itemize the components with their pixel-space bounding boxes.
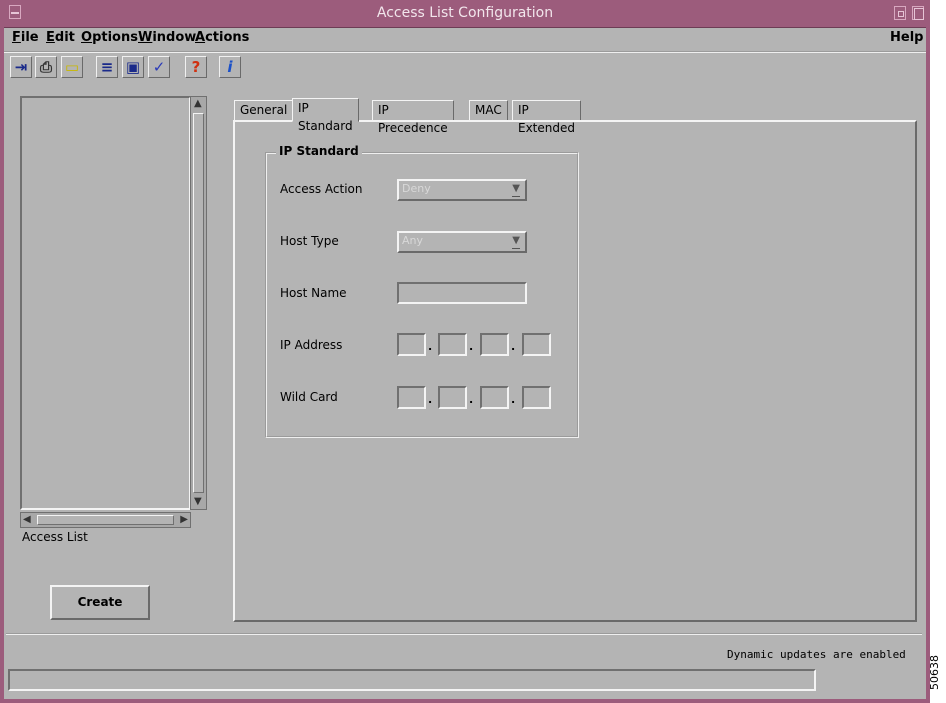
- group-title: IP Standard: [276, 144, 362, 158]
- menu-options[interactable]: Options: [81, 30, 138, 45]
- host-type-select[interactable]: Any ▼: [397, 231, 527, 253]
- tab-general[interactable]: General: [234, 100, 294, 120]
- scroll-right-icon[interactable]: ▶: [180, 514, 188, 526]
- octet-separator: .: [511, 340, 516, 353]
- host-type-label: Host Type: [280, 234, 339, 248]
- menu-edit-label: dit: [54, 30, 75, 45]
- menu-file-label: ile: [20, 30, 39, 45]
- ip-address-label: IP Address: [280, 338, 343, 352]
- status-field: [8, 669, 816, 691]
- info-icon[interactable]: i: [219, 56, 241, 78]
- minimize-icon[interactable]: [894, 6, 906, 20]
- access-list-caption: Access List: [22, 530, 88, 544]
- vertical-scroll-thumb[interactable]: [193, 113, 204, 493]
- status-message: Dynamic updates are enabled: [727, 648, 906, 661]
- menu-actions[interactable]: Actions: [195, 30, 249, 45]
- tab-ip-precedence[interactable]: IP Precedence: [372, 100, 454, 135]
- menu-window[interactable]: Window: [138, 30, 196, 45]
- menu-window-accel: W: [138, 30, 153, 45]
- host-name-field[interactable]: [397, 282, 527, 304]
- menu-edit[interactable]: Edit: [46, 30, 75, 45]
- scroll-down-icon[interactable]: ▼: [194, 496, 202, 508]
- create-button[interactable]: Create: [50, 585, 150, 620]
- menu-window-label: indow: [152, 30, 197, 45]
- wild-card-octet-2[interactable]: [438, 386, 467, 409]
- chevron-down-icon[interactable]: ▼: [512, 235, 520, 249]
- menu-bar: File Edit Options Window Actions Help: [4, 27, 926, 53]
- help-question-icon[interactable]: ?: [185, 56, 207, 78]
- octet-separator: .: [428, 340, 433, 353]
- exit-icon[interactable]: ⇥: [10, 56, 32, 78]
- octet-separator: .: [428, 393, 433, 406]
- access-action-label: Access Action: [280, 182, 363, 196]
- menu-file[interactable]: File: [12, 30, 39, 45]
- octet-separator: .: [511, 393, 516, 406]
- ip-address-octet-1[interactable]: [397, 333, 426, 356]
- ip-address-octet-2[interactable]: [438, 333, 467, 356]
- wild-card-octet-4[interactable]: [522, 386, 551, 409]
- tab-ip-extended[interactable]: IP Extended: [512, 100, 581, 135]
- maximize-icon[interactable]: [912, 6, 924, 20]
- octet-separator: .: [469, 393, 474, 406]
- ip-address-octet-3[interactable]: [480, 333, 509, 356]
- ip-address-octet-4[interactable]: [522, 333, 551, 356]
- menu-actions-accel: A: [195, 30, 206, 45]
- host-type-value: Any: [402, 234, 424, 247]
- scroll-up-icon[interactable]: ▲: [194, 98, 202, 110]
- wild-card-octet-3[interactable]: [480, 386, 509, 409]
- scroll-left-icon[interactable]: ◀: [23, 514, 31, 526]
- menu-options-label: ptions: [92, 30, 138, 45]
- open-folder-icon[interactable]: ▭: [61, 56, 83, 78]
- access-action-select[interactable]: Deny ▼: [397, 179, 527, 201]
- menu-options-accel: O: [81, 30, 93, 45]
- title-bar[interactable]: Access List Configuration: [4, 0, 926, 28]
- checkmark-icon[interactable]: ✓: [148, 56, 170, 78]
- access-list-horizontal-scrollbar[interactable]: ◀ ▶: [20, 512, 191, 528]
- host-name-label: Host Name: [280, 286, 347, 300]
- horizontal-scroll-thumb[interactable]: [37, 515, 174, 525]
- tab-ip-standard[interactable]: IP Standard: [292, 98, 359, 133]
- access-action-value: Deny: [402, 182, 431, 195]
- monitor-icon[interactable]: ▣: [122, 56, 144, 78]
- octet-separator: .: [469, 340, 474, 353]
- menu-file-accel: F: [12, 30, 21, 45]
- print-icon[interactable]: ⎙: [35, 56, 57, 78]
- wild-card-octet-1[interactable]: [397, 386, 426, 409]
- access-list-box[interactable]: [20, 96, 191, 510]
- access-list-vertical-scrollbar[interactable]: ▲ ▼: [190, 96, 207, 510]
- menu-edit-accel: E: [46, 30, 55, 45]
- window-title: Access List Configuration: [376, 5, 554, 21]
- chevron-down-icon[interactable]: ▼: [512, 183, 520, 197]
- figure-id: 50638: [928, 655, 941, 690]
- wild-card-label: Wild Card: [280, 390, 338, 404]
- status-separator: [6, 633, 922, 635]
- tab-mac[interactable]: MAC: [469, 100, 508, 120]
- menu-help[interactable]: Help: [890, 30, 923, 45]
- menu-actions-label: ctions: [205, 30, 250, 45]
- list-icon[interactable]: ≡: [96, 56, 118, 78]
